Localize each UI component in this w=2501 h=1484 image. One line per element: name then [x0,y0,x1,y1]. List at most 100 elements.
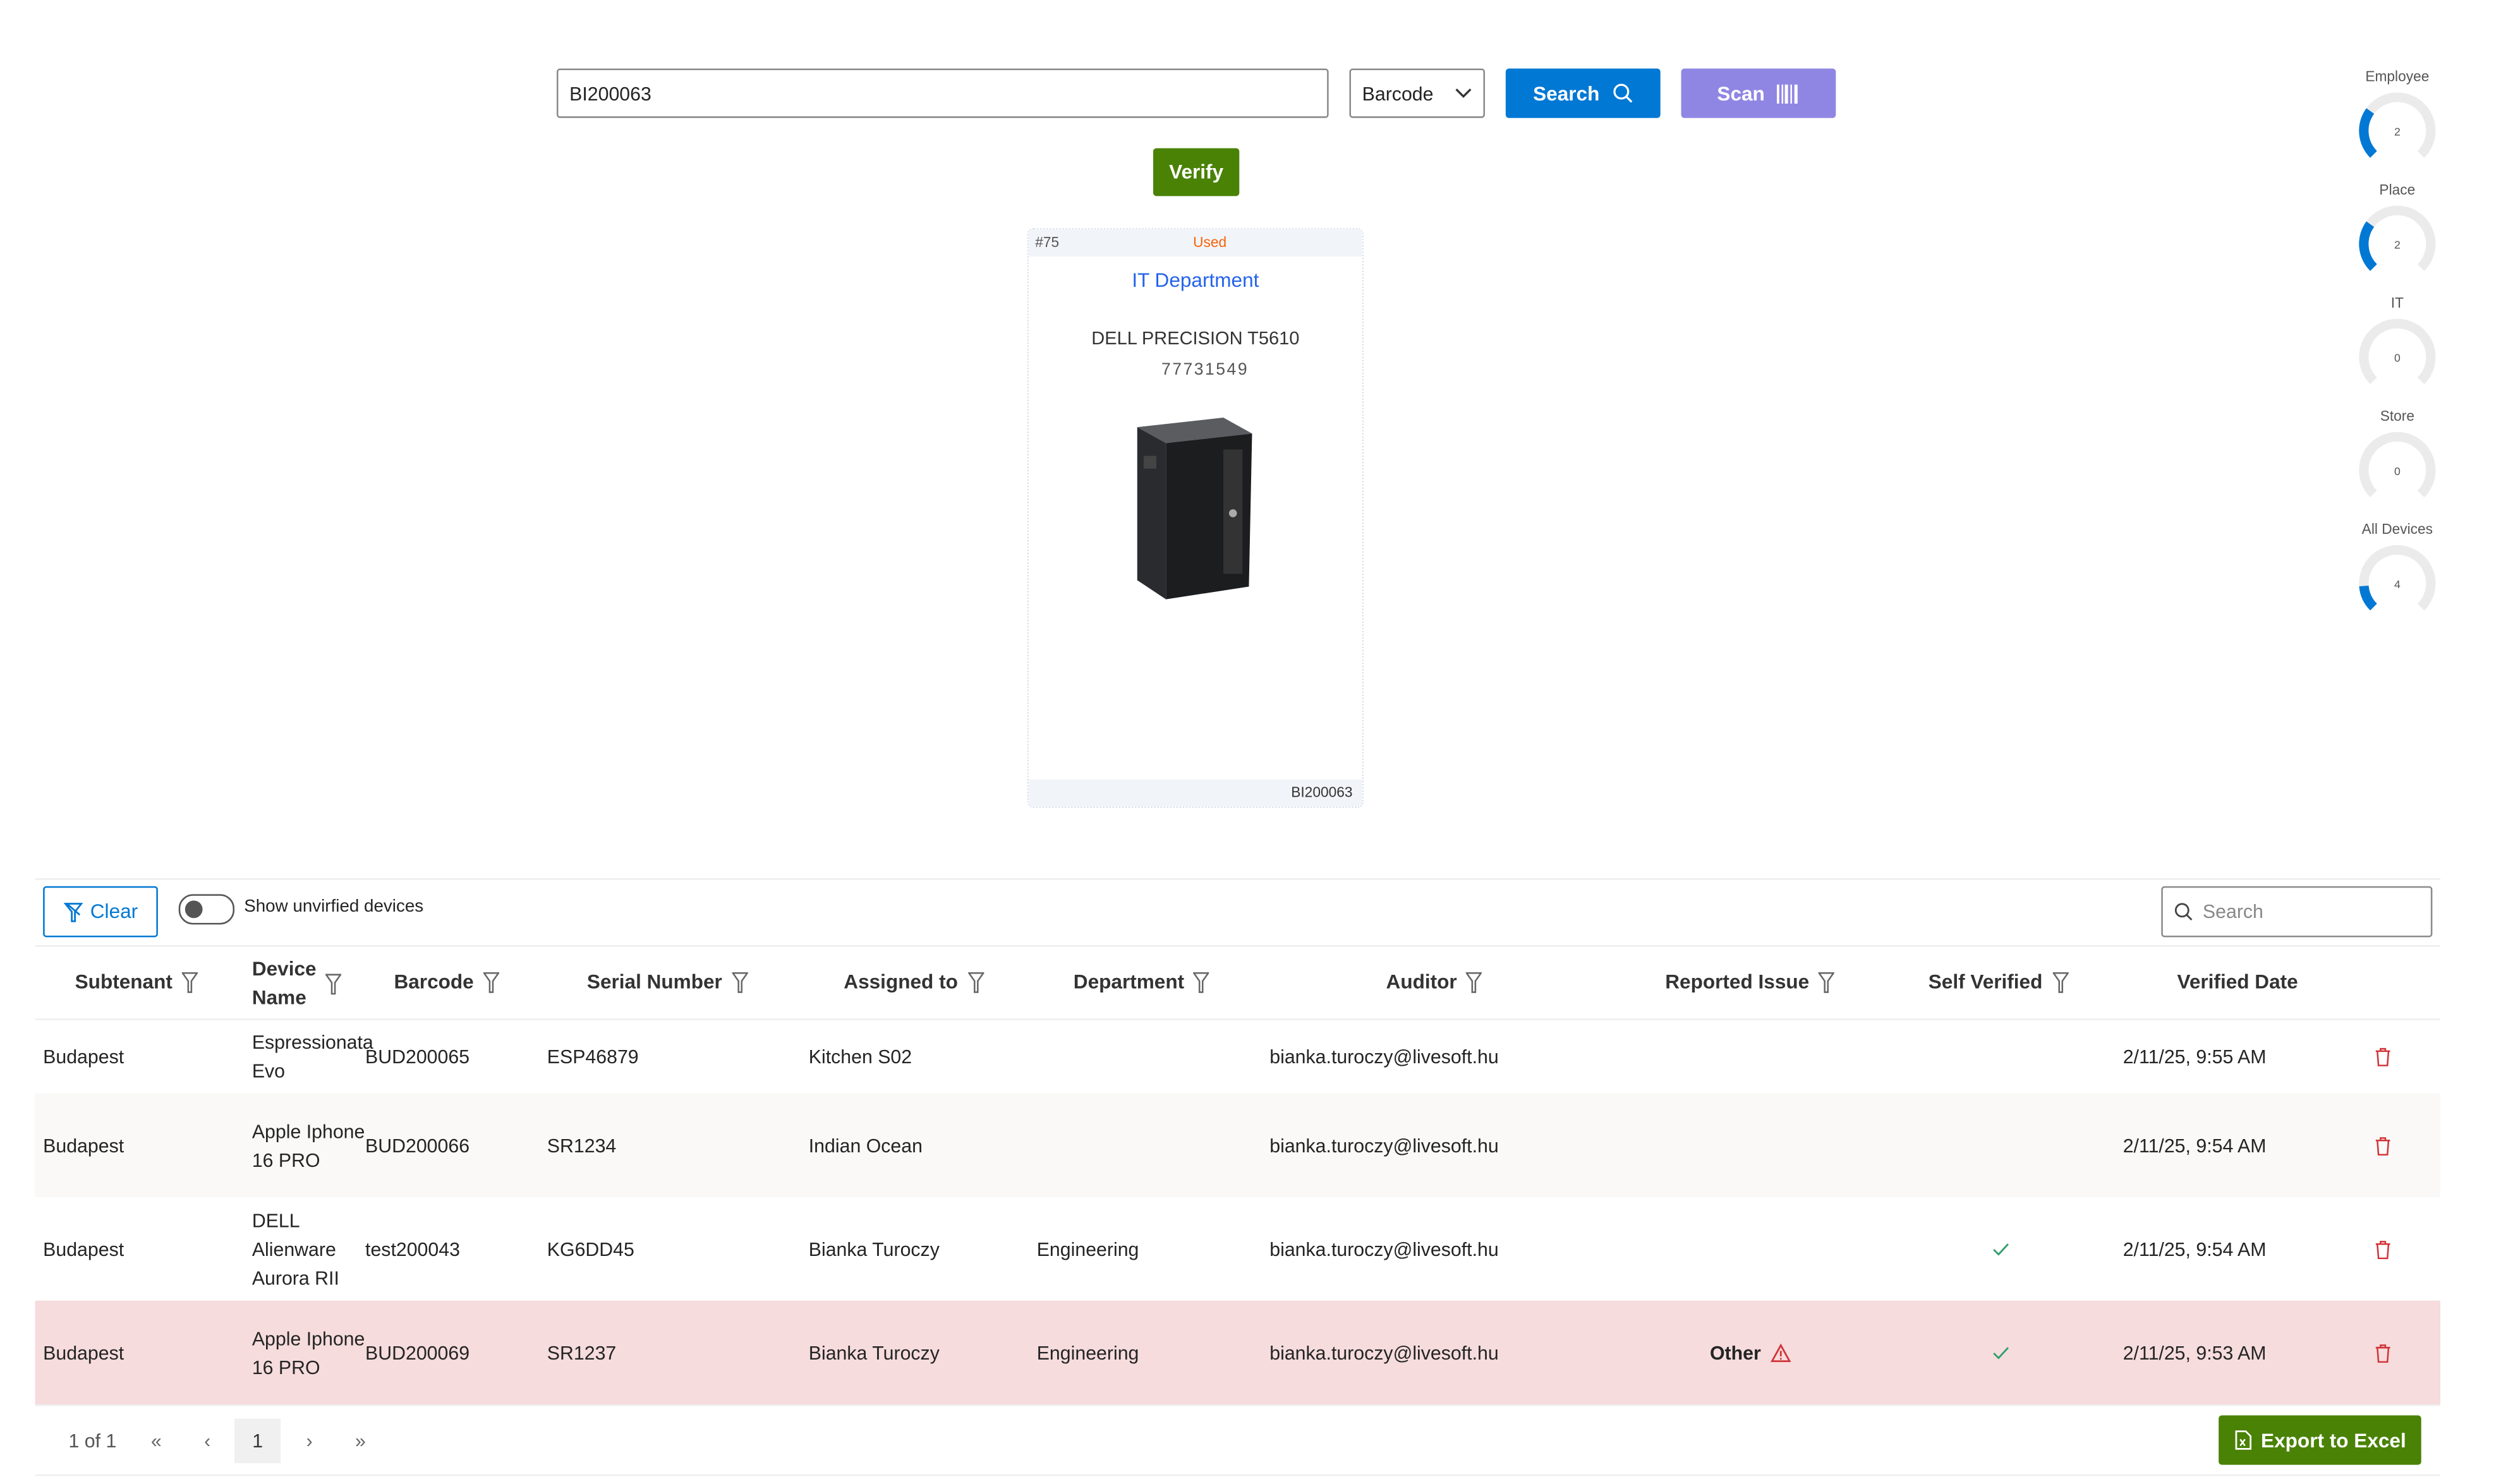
prev-page-button[interactable]: ‹ [191,1418,223,1463]
filter-icon[interactable] [2052,971,2068,992]
clear-filters-button[interactable]: Clear [43,886,158,938]
search-icon [1613,83,1633,103]
scan-button-label: Scan [1717,81,1765,105]
delete-icon[interactable] [2375,1240,2391,1258]
column-header-self-verified[interactable]: Self Verified [1929,971,2068,993]
filter-icon[interactable] [732,971,748,992]
cell-subtenant: Budapest [43,1134,124,1157]
header-label: Device Name [251,958,317,1010]
cell-subtenant: Budapest [43,1046,124,1068]
verify-button-label: Verify [1169,160,1224,184]
header-label: Barcode [394,970,474,993]
gauge-label: Store [2380,407,2415,425]
cell-device: Espressionata Evo [251,1031,373,1083]
divider [35,945,2441,947]
cell-subtenant: Budapest [43,1341,124,1364]
cell-department: Engineering [1036,1341,1139,1364]
column-header-barcode[interactable]: Barcode [394,970,500,993]
header-label: Verified Date [2177,970,2298,993]
cell-verified-date: 2/11/25, 9:55 AM [2123,1046,2267,1068]
card-status: Used [1193,234,1227,251]
export-excel-button[interactable]: Export to Excel [2219,1415,2421,1465]
header-label: Assigned to [844,970,958,993]
toggle-knob [185,900,203,919]
cell-assigned: Indian Ocean [808,1134,923,1157]
cell-auditor: bianka.turoczy@livesoft.hu [1269,1134,1499,1157]
scan-button[interactable]: Scan [1681,68,1836,118]
divider [35,1474,2441,1476]
cell-assigned: Kitchen S02 [808,1046,912,1068]
table-row[interactable]: Budapest DELL Alienware Aurora RII test200… [35,1197,2441,1303]
gauge-value: 2 [2394,239,2401,251]
cell-barcode: test200043 [365,1238,460,1260]
search-button[interactable]: Search [1505,68,1661,118]
search-button-label: Search [1533,81,1600,105]
filter-icon[interactable] [1194,971,1210,992]
gauge-value: 0 [2394,352,2401,365]
card-number: #75 [1035,234,1060,251]
cell-verified-date: 2/11/25, 9:54 AM [2123,1238,2267,1260]
card-barcode: BI200063 [1291,784,1353,800]
checkmark-icon [1993,1346,2009,1359]
cell-serial: SR1234 [547,1134,617,1157]
cell-issue: Other [1710,1338,1791,1366]
filter-icon[interactable] [325,973,342,994]
last-page-button[interactable]: » [344,1418,376,1463]
cell-subtenant: Budapest [43,1238,124,1260]
cell-auditor: bianka.turoczy@livesoft.hu [1269,1341,1499,1364]
search-input-value: BI200063 [569,81,651,105]
cell-serial: SR1237 [547,1341,617,1364]
divider [35,878,2441,880]
table-search-input[interactable]: Search [2161,886,2433,938]
table-row[interactable]: Budapest Apple Iphone 16 PRO BUD200069 SR12… [35,1300,2441,1406]
column-header-device-name[interactable]: Device Name [252,955,342,1012]
cell-device: DELL Alienware Aurora RII [251,1209,339,1289]
device-card: #75 Used IT Department DELL PRECISION T5… [1027,227,1364,809]
verify-button[interactable]: Verify [1153,148,1240,196]
gauge-value: 4 [2394,578,2401,591]
delete-icon[interactable] [2375,1343,2391,1362]
card-footer: BI200063 [1029,779,1362,807]
card-department[interactable]: IT Department [1029,269,1362,291]
filter-icon[interactable] [1466,971,1483,992]
column-header-assigned[interactable]: Assigned to [844,970,984,993]
column-header-serial[interactable]: Serial Number [587,971,748,993]
cell-serial: KG6DD45 [547,1238,634,1260]
gauge-value: 2 [2394,125,2401,138]
header-label: Auditor [1386,970,1457,993]
gauge-place: 2 [2358,204,2437,284]
cell-serial: ESP46879 [547,1046,639,1068]
card-header: #75 Used [1029,229,1362,257]
filter-icon[interactable] [967,971,984,992]
header-label: Department [1073,970,1185,993]
show-unverified-toggle[interactable] [178,894,235,925]
page-1-button[interactable]: 1 [234,1418,281,1464]
table-row[interactable]: Budapest Espressionata Evo BUD200065 ESP468… [35,1020,2441,1095]
first-page-button[interactable]: « [140,1418,172,1463]
filter-icon[interactable] [1819,971,1835,992]
column-header-issue[interactable]: Reported Issue [1665,970,1835,993]
gauge-value: 0 [2394,465,2401,478]
excel-file-icon [2234,1430,2251,1450]
cell-barcode: BUD200069 [365,1341,470,1364]
delete-icon[interactable] [2375,1136,2391,1155]
cell-device: Apple Iphone 16 PRO [251,1119,365,1171]
gauge-employee: 2 [2358,91,2437,171]
barcode-icon [1777,83,1798,103]
column-header-auditor[interactable]: Auditor [1386,971,1483,993]
header-label: Reported Issue [1665,970,1810,993]
search-input[interactable]: BI200063 [556,68,1329,118]
search-type-select[interactable]: Barcode [1349,68,1486,118]
filter-clear-icon [63,902,83,922]
next-page-button[interactable]: › [293,1418,325,1463]
table-row[interactable]: Budapest Apple Iphone 16 PRO BUD200066 SR12… [35,1093,2441,1199]
gauge-it: 0 [2358,317,2437,397]
delete-icon[interactable] [2375,1047,2391,1066]
column-header-verified-date[interactable]: Verified Date [2177,971,2298,993]
filter-icon[interactable] [483,971,500,992]
filter-icon[interactable] [182,971,198,992]
column-header-subtenant[interactable]: Subtenant [75,971,198,993]
device-image [1137,418,1252,600]
gauge-label: Employee [2365,68,2430,85]
column-header-department[interactable]: Department [1074,971,1210,993]
